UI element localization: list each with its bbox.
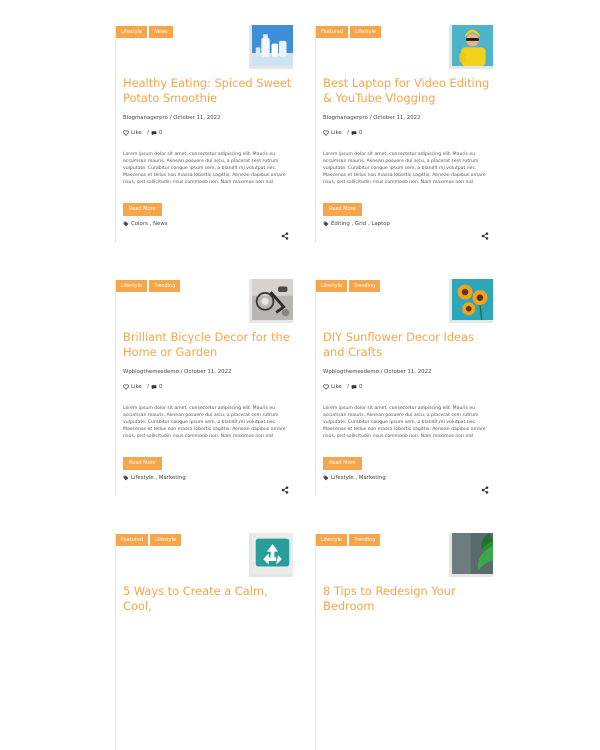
tag-badge[interactable]: Trending	[349, 534, 381, 546]
post-card: Lifestyle Trending 8 Tips to Redesign Yo…	[315, 533, 493, 750]
heart-icon[interactable]	[323, 130, 329, 136]
read-more-button[interactable]: Read More	[123, 203, 162, 216]
post-excerpt: Lorem ipsum dolor sit amet, consectetur …	[123, 406, 286, 439]
post-excerpt: Lorem ipsum dolor sit amet, consectetur …	[323, 152, 486, 185]
heart-icon[interactable]	[323, 384, 329, 390]
post-tags: Lifestyle Trending	[116, 280, 181, 292]
tag-icon	[323, 475, 329, 481]
category-links[interactable]: Editing , Grid , Laptop	[331, 221, 390, 227]
post-tags: Lifestyle Trending	[316, 534, 381, 546]
share-icon[interactable]	[481, 486, 489, 494]
read-more-button[interactable]: Read More	[323, 457, 362, 470]
post-grid: Lifestyle News Healthy Eating: Spiced Sw…	[0, 0, 600, 750]
share-icon[interactable]	[481, 232, 489, 240]
like-label[interactable]: Like	[131, 384, 142, 390]
post-date: October 11, 2022	[173, 115, 221, 121]
comment-icon[interactable]	[351, 384, 357, 390]
comment-count: 0	[359, 384, 363, 390]
post-excerpt: Lorem ipsum dolor sit amet, consectetur …	[123, 152, 286, 185]
comment-count: 0	[359, 130, 363, 136]
tag-badge[interactable]: Featured	[316, 26, 349, 38]
post-date: October 11, 2022	[384, 369, 432, 375]
engagement-row: Like / 0	[323, 384, 362, 390]
person-image	[452, 25, 493, 66]
read-more-button[interactable]: Read More	[323, 203, 362, 216]
post-thumbnail[interactable]	[449, 279, 493, 323]
post-thumbnail[interactable]	[249, 279, 293, 323]
post-author[interactable]: Blogmanagerpro	[323, 115, 368, 121]
tag-badge[interactable]: Featured	[116, 534, 149, 546]
post-categories: Colors , News	[123, 221, 168, 227]
post-tags: Lifestyle Trending	[316, 280, 381, 292]
post-author[interactable]: Wpblogthemesdemo	[323, 369, 379, 375]
category-links[interactable]: Colors , News	[131, 221, 168, 227]
share-icon[interactable]	[281, 232, 289, 240]
comment-icon[interactable]	[151, 384, 157, 390]
sunflowers-image	[452, 279, 493, 320]
engagement-row: Like / 0	[123, 384, 162, 390]
post-title[interactable]: Healthy Eating: Spiced Sweet Potato Smoo…	[123, 76, 293, 106]
tag-badge[interactable]: Lifestyle	[150, 534, 182, 546]
post-categories: Editing , Grid , Laptop	[323, 221, 390, 227]
category-links[interactable]: Lifestyle , Marketing	[131, 475, 186, 481]
post-thumbnail[interactable]	[449, 25, 493, 69]
post-thumbnail[interactable]	[449, 533, 493, 577]
tag-badge[interactable]: Trending	[349, 280, 381, 292]
tag-icon	[123, 475, 129, 481]
comment-count: 0	[159, 130, 163, 136]
post-card: Featured Lifestyle 5 Ways to Create a Ca…	[115, 533, 293, 750]
tag-badge[interactable]: Lifestyle	[116, 280, 148, 292]
plant-image	[452, 533, 493, 574]
comment-icon[interactable]	[151, 130, 157, 136]
post-tags: Featured Lifestyle	[116, 534, 182, 546]
post-title[interactable]: 8 Tips to Redesign Your Bedroom	[323, 584, 493, 614]
post-card: Lifestyle Trending DIY Sunflower Decor I…	[315, 279, 493, 496]
engagement-row: Like / 0	[323, 130, 362, 136]
post-meta: Blogmanagerpro / October 11, 2022	[323, 115, 421, 121]
post-meta: Blogmanagerpro / October 11, 2022	[123, 115, 221, 121]
post-date: October 11, 2022	[184, 369, 232, 375]
share-icon[interactable]	[281, 486, 289, 494]
post-thumbnail[interactable]	[249, 533, 293, 577]
post-card: Lifestyle News Healthy Eating: Spiced Sw…	[115, 25, 293, 242]
tag-icon	[323, 221, 329, 227]
post-meta: Wpblogthemesdemo / October 11, 2022	[123, 369, 232, 375]
like-label[interactable]: Like	[331, 384, 342, 390]
tag-badge[interactable]: Lifestyle	[316, 534, 348, 546]
post-title[interactable]: 5 Ways to Create a Calm, Cool,	[123, 584, 293, 614]
post-meta: Wpblogthemesdemo / October 11, 2022	[323, 369, 432, 375]
post-title[interactable]: Best Laptop for Video Editing & YouTube …	[323, 76, 493, 106]
tag-badge[interactable]: Trending	[149, 280, 181, 292]
post-categories: Lifestyle , Marketing	[323, 475, 386, 481]
tag-badge[interactable]: News	[149, 26, 173, 38]
post-date: October 11, 2022	[373, 115, 421, 121]
post-tags: Featured Lifestyle	[316, 26, 382, 38]
post-excerpt: Lorem ipsum dolor sit amet, consectetur …	[323, 406, 486, 439]
tag-badge[interactable]: Lifestyle	[116, 26, 148, 38]
post-tags: Lifestyle News	[116, 26, 173, 38]
post-categories: Lifestyle , Marketing	[123, 475, 186, 481]
tag-icon	[123, 221, 129, 227]
tag-badge[interactable]: Lifestyle	[316, 280, 348, 292]
post-card: Lifestyle Trending Brilliant Bicycle Dec…	[115, 279, 293, 496]
post-thumbnail[interactable]	[249, 25, 293, 69]
category-links[interactable]: Lifestyle , Marketing	[331, 475, 386, 481]
like-label[interactable]: Like	[131, 130, 142, 136]
post-author[interactable]: Wpblogthemesdemo	[123, 369, 179, 375]
comment-count: 0	[159, 384, 163, 390]
like-label[interactable]: Like	[331, 130, 342, 136]
bottles-image	[252, 25, 293, 66]
post-title[interactable]: DIY Sunflower Decor Ideas and Crafts	[323, 330, 493, 360]
post-card: Featured Lifestyle Best Laptop for Video…	[315, 25, 493, 242]
heart-icon[interactable]	[123, 384, 129, 390]
post-author[interactable]: Blogmanagerpro	[123, 115, 168, 121]
bicycle-image	[252, 279, 293, 320]
tag-badge[interactable]: Lifestyle	[350, 26, 382, 38]
recycle-image	[252, 533, 293, 574]
read-more-button[interactable]: Read More	[123, 457, 162, 470]
engagement-row: Like / 0	[123, 130, 162, 136]
heart-icon[interactable]	[123, 130, 129, 136]
comment-icon[interactable]	[351, 130, 357, 136]
post-title[interactable]: Brilliant Bicycle Decor for the Home or …	[123, 330, 293, 360]
